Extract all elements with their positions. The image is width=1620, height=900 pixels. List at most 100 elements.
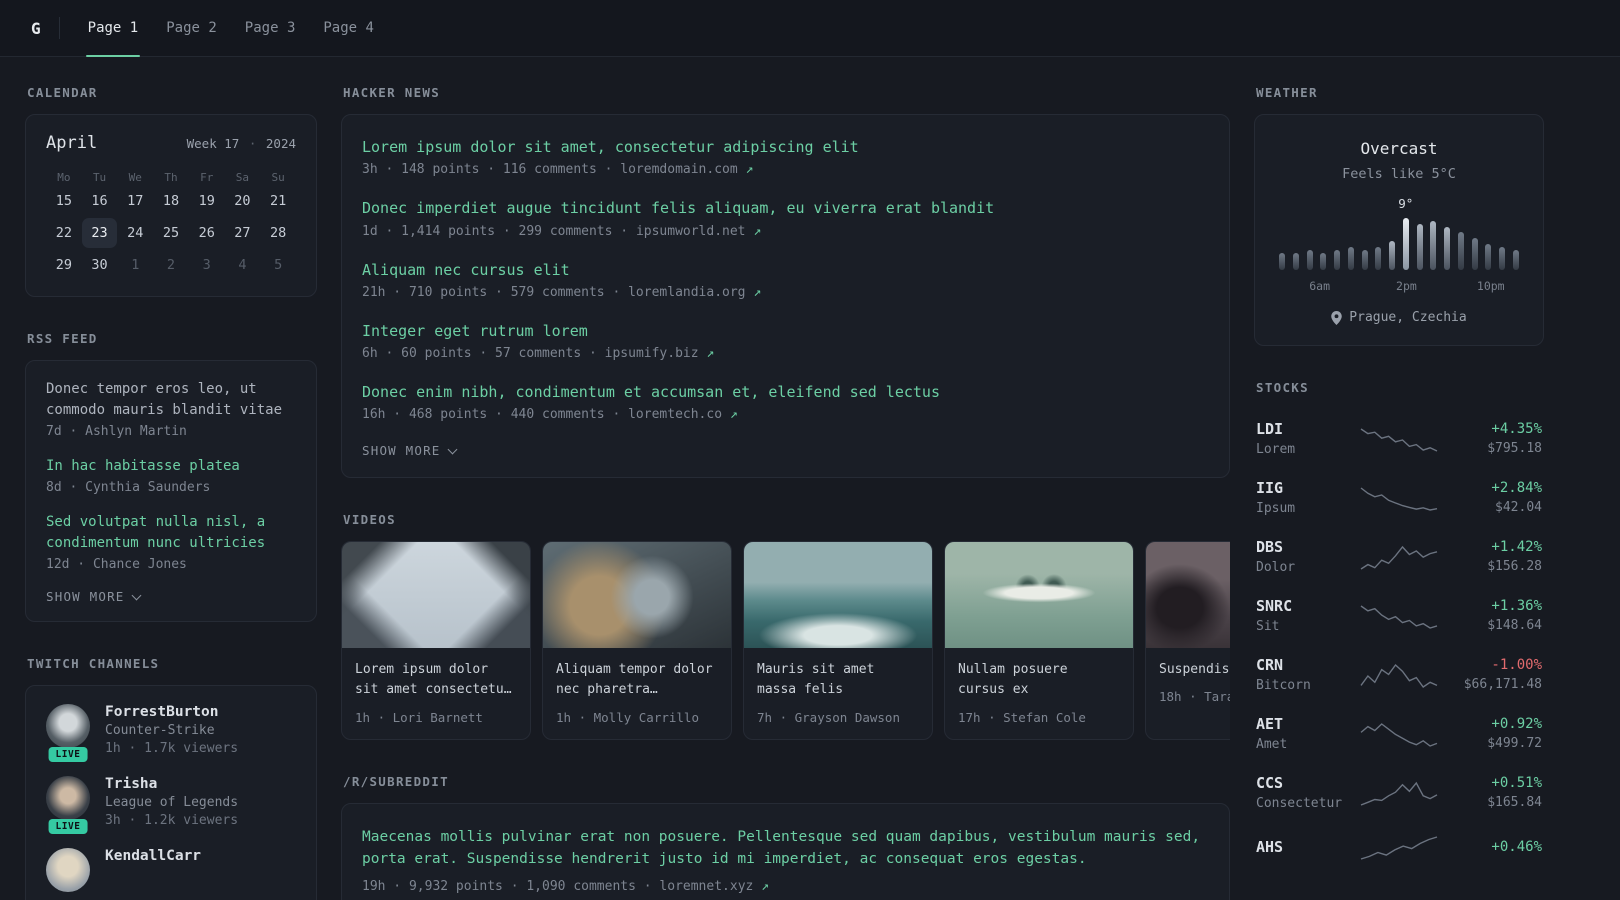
calendar-day: 25 (162, 225, 180, 241)
show-more-label: SHOW MORE (46, 589, 125, 604)
tab-page-3[interactable]: Page 3 (231, 0, 310, 56)
hn-story-title[interactable]: Lorem ipsum dolor sit amet, consectetur … (362, 137, 1209, 157)
stock-ids: CRN Bitcorn (1256, 656, 1352, 693)
channel-avatar (46, 776, 90, 820)
stock-ticker: DBS (1256, 538, 1284, 556)
section-title-videos: VIDEOS (343, 512, 396, 528)
external-link-icon: ↗ (745, 162, 754, 178)
rss-item-title[interactable]: Sed volutpat nulla nisl, a condimentum n… (46, 512, 296, 554)
temperature-label: 9° (1398, 196, 1414, 211)
app-logo[interactable]: G (25, 19, 47, 38)
story-domain: loremtech.co (628, 407, 730, 423)
stock-ids: SNRC Sit (1256, 597, 1352, 634)
hn-story-title[interactable]: Integer eget rutrum lorem (362, 321, 1209, 341)
rss-item-title[interactable]: Donec tempor eros leo, ut commodo mauris… (46, 379, 296, 421)
video-title[interactable]: Suspendisse diam (1159, 660, 1230, 680)
story-link[interactable]: loremtech.co ↗ (628, 407, 738, 422)
stock-values: +1.42% $156.28 (1446, 539, 1542, 574)
stock-row[interactable]: IIG Ipsum +2.84% $42.04 (1254, 468, 1544, 527)
calendar-day: 27 (234, 225, 251, 241)
stock-row[interactable]: LDI Lorem +4.35% $795.18 (1254, 409, 1544, 468)
twitch-channel[interactable]: LIVE Trisha League of Legends 3h · 1.2k vie… (46, 776, 296, 834)
story-domain: loremdomain.com (620, 162, 746, 178)
stock-ids: IIG Ipsum (1256, 479, 1352, 516)
stock-price: $156.28 (1487, 559, 1542, 574)
calendar-week-year: Week 17 · 2024 (187, 136, 296, 151)
hn-story-title[interactable]: Donec enim nibh, condimentum et accumsan… (362, 382, 1209, 402)
hn-story-title[interactable]: Donec imperdiet augue tincidunt felis al… (362, 198, 1209, 218)
tab-page-2[interactable]: Page 2 (152, 0, 231, 56)
hacker-news-card: Lorem ipsum dolor sit amet, consectetur … (341, 114, 1230, 479)
weather-bar (1512, 249, 1519, 270)
story-domain: loremlandia.org (628, 284, 754, 300)
subreddit-card: Maecenas mollis pulvinar erat non posuer… (341, 802, 1230, 900)
story-link[interactable]: ipsumify.biz ↗ (605, 346, 715, 361)
twitch-channel-list: LIVE ForrestBurton Counter-Strike 1h · 1.7k… (46, 704, 296, 892)
weather-time-label: 10pm (1476, 279, 1505, 293)
location-pin-icon (1331, 310, 1343, 325)
stock-row[interactable]: CRN Bitcorn -1.00% $66,171.48 (1254, 645, 1544, 704)
hn-show-more-button[interactable]: SHOW MORE (362, 443, 457, 458)
calendar-day: 22 (55, 225, 72, 241)
video-thumbnail[interactable] (945, 542, 1133, 649)
middle-column: HACKER NEWS Lorem ipsum dolor sit amet, … (341, 85, 1230, 900)
weather-location: Prague, Czechia (1275, 310, 1523, 325)
channel-category: Counter-Strike (105, 723, 215, 738)
left-column: CALENDAR April Week 17 · 2024 Mo Tu We Th Fr… (25, 85, 317, 900)
video-thumbnail[interactable] (342, 542, 530, 649)
video-card: Lorem ipsum dolor sit amet consectetu… 1h… (341, 541, 531, 740)
stock-name: Dolor (1256, 560, 1296, 575)
stock-sparkline (1352, 833, 1446, 861)
video-card: Aliquam tempor dolor nec pharetra… 1h · M… (542, 541, 732, 740)
story-domain: ipsumify.biz (604, 346, 707, 361)
calendar-month: April (46, 133, 98, 153)
stock-ids: AHS (1256, 838, 1352, 856)
stock-row[interactable]: AHS +0.46% (1254, 822, 1544, 872)
stock-row[interactable]: SNRC Sit +1.36% $148.64 (1254, 586, 1544, 645)
stock-name: Bitcorn (1256, 678, 1311, 693)
rss-item-title[interactable]: In hac habitasse platea (46, 456, 296, 477)
video-card-body: Suspendisse diam 18h · Tara (1146, 648, 1230, 718)
twitch-channel[interactable]: LIVE ForrestBurton Counter-Strike 1h · 1.7k… (46, 704, 296, 762)
video-title[interactable]: Lorem ipsum dolor sit amet consectetu… (355, 660, 517, 700)
calendar-day: 26 (198, 225, 215, 241)
video-title[interactable]: Nullam posuere cursus ex (958, 660, 1120, 700)
weather-bar (1320, 252, 1327, 270)
video-card-row: Lorem ipsum dolor sit amet consectetu… 1h… (341, 541, 1230, 740)
rss-item: Donec tempor eros leo, ut commodo mauris… (46, 379, 296, 439)
calendar-day: 17 (127, 193, 144, 209)
calendar-day: 5 (274, 257, 283, 273)
video-title[interactable]: Aliquam tempor dolor nec pharetra… (556, 660, 718, 700)
tab-page-1[interactable]: Page 1 (74, 0, 153, 57)
video-thumbnail[interactable] (543, 542, 731, 649)
calendar-day: 28 (270, 225, 287, 241)
stock-row[interactable]: AET Amet +0.92% $499.72 (1254, 704, 1544, 763)
hn-story-title[interactable]: Aliquam nec cursus elit (362, 260, 1209, 280)
story-link[interactable]: loremdomain.com ↗ (620, 162, 753, 177)
hn-story: Integer eget rutrum lorem 6h · 60 points … (362, 321, 1209, 361)
dot-separator: · (241, 136, 264, 151)
weather-bar (1471, 238, 1478, 270)
tab-page-4[interactable]: Page 4 (309, 0, 388, 56)
calendar-dow: Th (164, 171, 178, 184)
twitch-channel[interactable]: KendallCarr (46, 848, 296, 892)
stock-row[interactable]: DBS Dolor +1.42% $156.28 (1254, 527, 1544, 586)
post-meta-text: 19h · 9,932 points · 1,090 comments · (362, 879, 660, 895)
external-link-icon: ↗ (706, 346, 715, 361)
channel-avatar (46, 704, 90, 748)
post-link[interactable]: loremnet.xyz ↗ (659, 879, 769, 894)
video-thumbnail[interactable] (1146, 542, 1230, 649)
video-title[interactable]: Mauris sit amet massa felis (757, 660, 919, 700)
calendar-day-headers: Mo Tu We Th Fr Sa Su (46, 171, 296, 184)
weather-bar (1279, 252, 1285, 270)
stock-row[interactable]: CCS Consectetur +0.51% $165.84 (1254, 763, 1544, 822)
weather-bar (1292, 252, 1299, 270)
rss-show-more-button[interactable]: SHOW MORE (46, 589, 141, 604)
subreddit-post-title[interactable]: Maecenas mollis pulvinar erat non posuer… (362, 826, 1209, 871)
video-thumbnail[interactable] (744, 542, 932, 649)
stock-values: +1.36% $148.64 (1446, 598, 1542, 633)
weather-condition: Overcast (1360, 139, 1438, 158)
story-link[interactable]: ipsumworld.net ↗ (636, 224, 761, 239)
story-link[interactable]: loremlandia.org ↗ (628, 285, 761, 300)
rss-card: Donec tempor eros leo, ut commodo mauris… (25, 360, 317, 622)
